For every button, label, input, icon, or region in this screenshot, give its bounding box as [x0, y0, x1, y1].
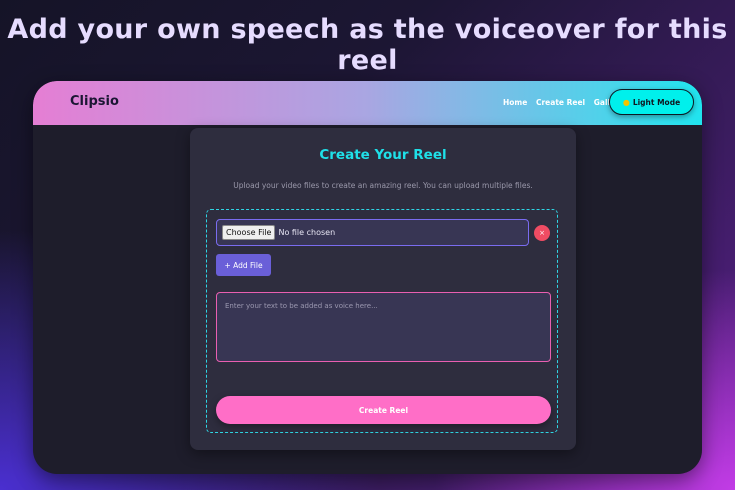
choose-file-button[interactable]: Choose File — [222, 225, 276, 240]
file-input[interactable]: Choose File No file chosen — [216, 219, 529, 246]
create-reel-button[interactable]: Create Reel — [216, 396, 551, 424]
nav-link-create-reel[interactable]: Create Reel — [536, 98, 585, 107]
nav-link-home[interactable]: Home — [503, 98, 527, 107]
app-window: Clipsio Home Create Reel Gallery ● Light… — [33, 81, 702, 474]
create-reel-card: Create Your Reel Upload your video files… — [190, 128, 576, 450]
navbar: Clipsio Home Create Reel Gallery ● Light… — [33, 81, 702, 125]
theme-toggle-label: Light Mode — [632, 97, 681, 107]
theme-toggle-button[interactable]: ● Light Mode — [609, 89, 694, 115]
card-title: Create Your Reel — [319, 147, 447, 163]
card-subtitle: Upload your video files to create an ama… — [233, 181, 533, 190]
add-file-button[interactable]: + Add File — [216, 254, 271, 276]
remove-file-button[interactable]: × — [534, 225, 550, 241]
sun-icon: ● — [622, 97, 630, 107]
file-status: No file chosen — [278, 228, 336, 237]
brand-logo[interactable]: Clipsio — [70, 94, 119, 109]
upload-dropzone[interactable]: Choose File No file chosen × + Add File … — [206, 209, 558, 433]
voice-text-input[interactable] — [216, 292, 551, 362]
close-icon: × — [539, 229, 545, 237]
headline: Add your own speech as the voiceover for… — [7, 14, 728, 76]
